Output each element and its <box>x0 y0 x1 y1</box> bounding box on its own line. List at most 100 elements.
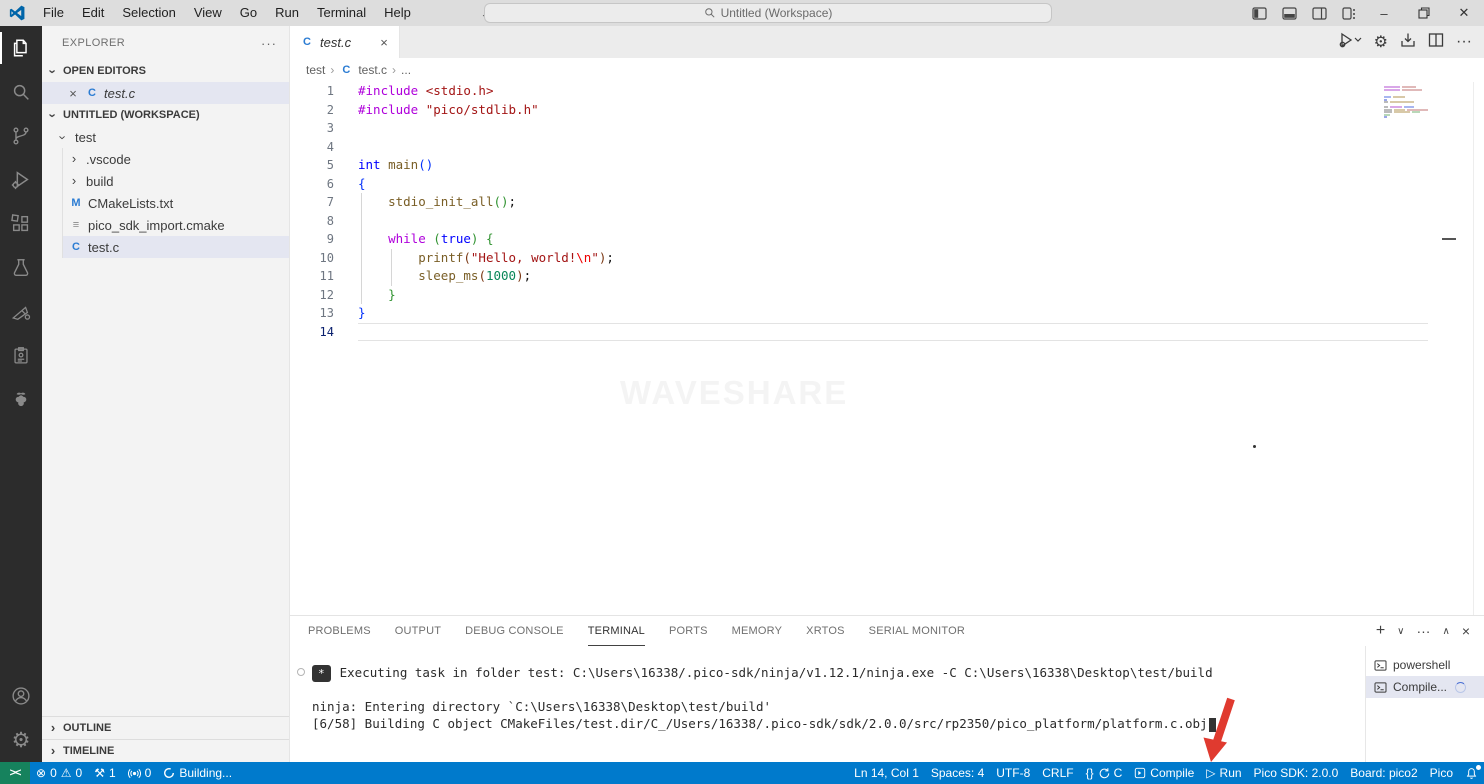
more-actions-icon[interactable]: ··· <box>1456 33 1472 51</box>
close-editor-icon[interactable]: × <box>66 86 80 101</box>
ports-status[interactable]: 0 <box>122 762 158 784</box>
tab-test-c[interactable]: C test.c × <box>290 26 400 58</box>
chevron-right-icon: › <box>46 720 60 735</box>
breadcrumb-file[interactable]: test.c <box>358 63 387 77</box>
menu-go[interactable]: Go <box>231 0 266 26</box>
tree-folder-vscode[interactable]: › .vscode <box>63 148 289 170</box>
tab-serial-monitor[interactable]: SERIAL MONITOR <box>869 617 965 645</box>
menu-help[interactable]: Help <box>375 0 420 26</box>
remote-indicator[interactable]: >< <box>0 762 30 784</box>
menu-selection[interactable]: Selection <box>113 0 184 26</box>
code-editor[interactable]: 1#include <stdio.h>2#include "pico/stdli… <box>290 82 1484 615</box>
run-button[interactable]: ▷ Run <box>1200 762 1247 784</box>
tab-terminal[interactable]: TERMINAL <box>588 617 645 646</box>
menu-terminal[interactable]: Terminal <box>308 0 375 26</box>
problems-status[interactable]: ⊗ 0 ⚠ 0 <box>30 762 88 784</box>
terminal-dropdown-icon[interactable]: ∨ <box>1397 626 1404 637</box>
c-file-icon: C <box>85 87 99 99</box>
run-and-debug-icon[interactable] <box>0 158 42 202</box>
cursor-position[interactable]: Ln 14, Col 1 <box>848 762 925 784</box>
menu-edit[interactable]: Edit <box>73 0 113 26</box>
tab-label: test.c <box>320 35 371 50</box>
tree-children: › .vscode › build M CMakeLists.txt ≡ pic… <box>62 148 289 258</box>
breadcrumb-symbol[interactable]: ... <box>401 63 411 77</box>
restore-button[interactable] <box>1404 0 1444 26</box>
building-status[interactable]: Building... <box>157 762 238 784</box>
code-line: 14 <box>290 323 1484 342</box>
close-window-button[interactable]: ✕ <box>1444 0 1484 26</box>
toggle-panel-icon[interactable] <box>1274 0 1304 26</box>
terminal-item-powershell[interactable]: powershell <box>1366 654 1484 676</box>
chevron-down-icon: › <box>56 130 71 144</box>
warning-icon: ⚠ <box>61 767 72 779</box>
tab-output[interactable]: OUTPUT <box>395 617 441 645</box>
account-icon[interactable] <box>0 674 42 718</box>
tree-folder-build[interactable]: › build <box>63 170 289 192</box>
tab-debug-console[interactable]: DEBUG CONSOLE <box>465 617 564 645</box>
eol-sequence[interactable]: CRLF <box>1036 762 1079 784</box>
code-line: 3 <box>290 119 1484 138</box>
settings-gear-icon[interactable]: ⚙ <box>0 718 42 762</box>
new-terminal-icon[interactable]: + <box>1376 622 1385 640</box>
breadcrumb[interactable]: test › C test.c › ... <box>290 58 1484 82</box>
run-or-debug-icon[interactable] <box>1338 32 1362 53</box>
close-tab-icon[interactable]: × <box>377 35 391 50</box>
toggle-sidebar-icon[interactable] <box>1244 0 1274 26</box>
split-editor-icon[interactable] <box>1428 32 1444 53</box>
scrollbar-track[interactable] <box>1473 82 1474 615</box>
close-panel-icon[interactable]: × <box>1462 623 1470 639</box>
minimize-button[interactable]: – <box>1364 0 1404 26</box>
spinner-icon <box>1455 682 1466 693</box>
chevron-right-icon: › <box>330 63 334 77</box>
open-editors-section[interactable]: › OPEN EDITORS <box>42 60 289 82</box>
pico-status[interactable]: Pico <box>1424 762 1459 784</box>
tree-file-test-c[interactable]: C test.c <box>63 236 289 258</box>
panel-more-icon[interactable]: ··· <box>1416 623 1430 639</box>
tab-xrtos[interactable]: XRTOS <box>806 617 845 645</box>
customize-layout-icon[interactable] <box>1334 0 1364 26</box>
minimap[interactable] <box>1384 86 1428 119</box>
menu-file[interactable]: File <box>34 0 73 26</box>
workspace-section[interactable]: › UNTITLED (WORKSPACE) <box>42 104 289 126</box>
terminal-item-compile[interactable]: Compile... <box>1366 676 1484 698</box>
breadcrumb-folder[interactable]: test <box>306 63 325 77</box>
menu-run[interactable]: Run <box>266 0 308 26</box>
maximize-panel-icon[interactable]: ∧ <box>1442 626 1449 637</box>
chevron-right-icon: › <box>46 743 60 758</box>
tab-ports[interactable]: PORTS <box>669 617 708 645</box>
terminal-output[interactable]: *Executing task in folder test: C:\Users… <box>290 646 1366 762</box>
notifications-bell-icon[interactable] <box>1459 762 1484 784</box>
tab-problems[interactable]: PROBLEMS <box>308 617 371 645</box>
toggle-secondary-sidebar-icon[interactable] <box>1304 0 1334 26</box>
menu-view[interactable]: View <box>185 0 231 26</box>
explorer-icon[interactable] <box>0 26 42 70</box>
open-editor-test-c[interactable]: × C test.c <box>42 82 289 104</box>
language-mode[interactable]: {} C <box>1080 762 1129 784</box>
tree-folder-test[interactable]: › test <box>42 126 289 148</box>
tree-file-pico-sdk-import[interactable]: ≡ pico_sdk_import.cmake <box>63 214 289 236</box>
board-selector[interactable]: Board: pico2 <box>1344 762 1423 784</box>
explorer-more-actions-icon[interactable]: ··· <box>261 36 277 51</box>
pico-sdk-version[interactable]: Pico SDK: 2.0.0 <box>1248 762 1345 784</box>
search-sidebar-icon[interactable] <box>0 70 42 114</box>
play-icon: ▷ <box>1206 767 1215 779</box>
extensions-icon[interactable] <box>0 202 42 246</box>
tasks-status[interactable]: ⚒ 1 <box>88 762 121 784</box>
encoding[interactable]: UTF-8 <box>990 762 1036 784</box>
source-control-icon[interactable] <box>0 114 42 158</box>
device-manager-icon[interactable] <box>0 334 42 378</box>
gear-icon[interactable]: ⚙ <box>1374 32 1388 52</box>
compile-button[interactable]: Compile <box>1128 762 1200 784</box>
tree-file-cmakelists[interactable]: M CMakeLists.txt <box>63 192 289 214</box>
timeline-section[interactable]: › TIMELINE <box>42 739 289 762</box>
indentation[interactable]: Spaces: 4 <box>925 762 990 784</box>
tab-memory[interactable]: MEMORY <box>732 617 783 645</box>
raspberry-pi-icon[interactable] <box>0 378 42 422</box>
flash-deploy-icon[interactable] <box>1400 32 1416 53</box>
command-center-search[interactable]: Untitled (Workspace) <box>484 3 1052 23</box>
outline-section[interactable]: › OUTLINE <box>42 716 289 739</box>
pico-project-icon[interactable] <box>0 290 42 334</box>
terminal-line <box>312 681 1365 698</box>
tree-label: .vscode <box>86 152 131 167</box>
testing-icon[interactable] <box>0 246 42 290</box>
